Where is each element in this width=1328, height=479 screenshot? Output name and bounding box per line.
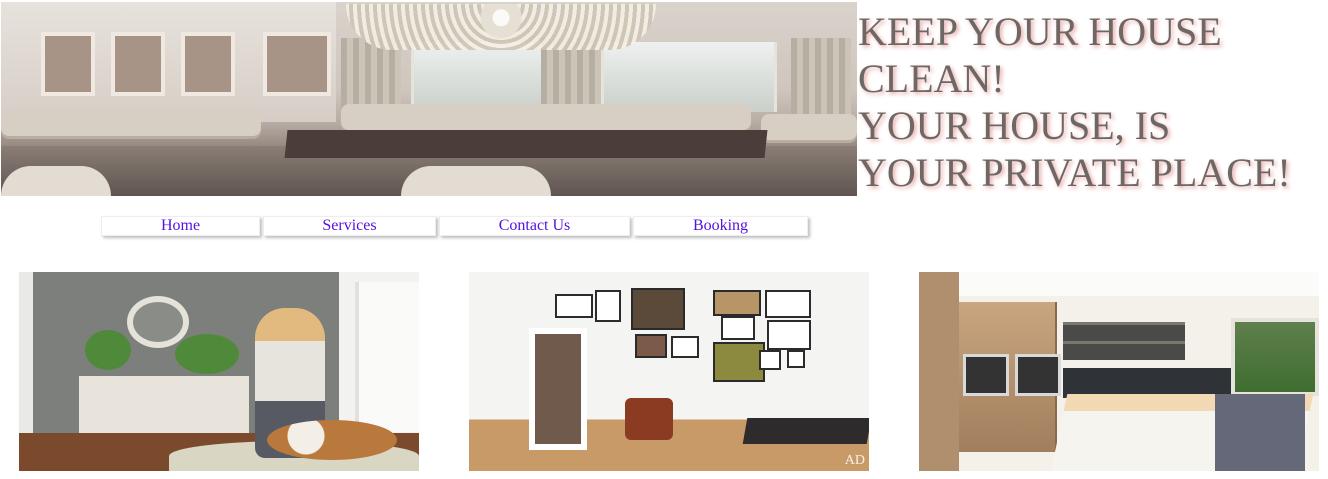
banner-window xyxy=(411,42,547,112)
nav-link-services[interactable]: Services xyxy=(263,216,436,236)
island-side xyxy=(1215,394,1305,471)
picture-frame xyxy=(595,290,621,322)
gallery-image-living-room: AD xyxy=(469,272,869,471)
main-nav: Home Services Contact Us Booking xyxy=(101,216,811,236)
gallery-image-kitchen xyxy=(919,272,1319,471)
artwork xyxy=(713,342,765,382)
window xyxy=(1231,318,1319,396)
picture-frame xyxy=(671,336,699,358)
desk xyxy=(742,418,869,444)
picture-frame xyxy=(767,320,811,350)
shelves xyxy=(1063,322,1185,360)
ceiling xyxy=(959,272,1319,296)
sofa xyxy=(341,104,751,130)
coffee-table xyxy=(284,130,768,158)
armchair xyxy=(1,166,111,196)
artwork xyxy=(713,290,761,316)
armchair xyxy=(401,166,551,196)
watermark: AD xyxy=(844,453,865,468)
nav-link-home[interactable]: Home xyxy=(101,216,260,236)
nav-link-contact-us[interactable]: Contact Us xyxy=(439,216,630,236)
artwork xyxy=(631,288,685,330)
wall-panel xyxy=(41,32,95,96)
plant xyxy=(85,330,131,370)
oven xyxy=(963,354,1009,396)
header-banner-image xyxy=(1,2,857,196)
sofa xyxy=(1,110,261,136)
sofa xyxy=(761,114,857,140)
picture-frame xyxy=(721,316,755,340)
oven xyxy=(1015,354,1061,396)
plant xyxy=(175,334,239,374)
title-line: YOUR PRIVATE PLACE! xyxy=(858,150,1291,195)
wall-panel xyxy=(111,32,165,96)
window xyxy=(355,282,419,432)
title-line: KEEP YOUR HOUSE xyxy=(858,9,1222,54)
doorway xyxy=(529,328,587,450)
picture-frame xyxy=(759,350,781,370)
nav-link-booking[interactable]: Booking xyxy=(633,216,808,236)
dog xyxy=(267,420,397,460)
picture-frame xyxy=(555,294,593,318)
page-title: KEEP YOUR HOUSE CLEAN! YOUR HOUSE, IS YO… xyxy=(858,8,1328,196)
artwork xyxy=(635,334,667,358)
mirror xyxy=(127,296,189,348)
picture-frame xyxy=(765,290,811,318)
picture-frame xyxy=(787,350,805,368)
armchair xyxy=(625,398,673,440)
chandelier xyxy=(346,4,656,50)
wall-panel xyxy=(263,32,331,96)
title-line: CLEAN! xyxy=(858,56,1005,101)
wall-panel xyxy=(181,32,235,96)
banner-window xyxy=(601,42,777,112)
title-line: YOUR HOUSE, IS xyxy=(858,103,1171,148)
gallery-image-entryway xyxy=(19,272,419,471)
